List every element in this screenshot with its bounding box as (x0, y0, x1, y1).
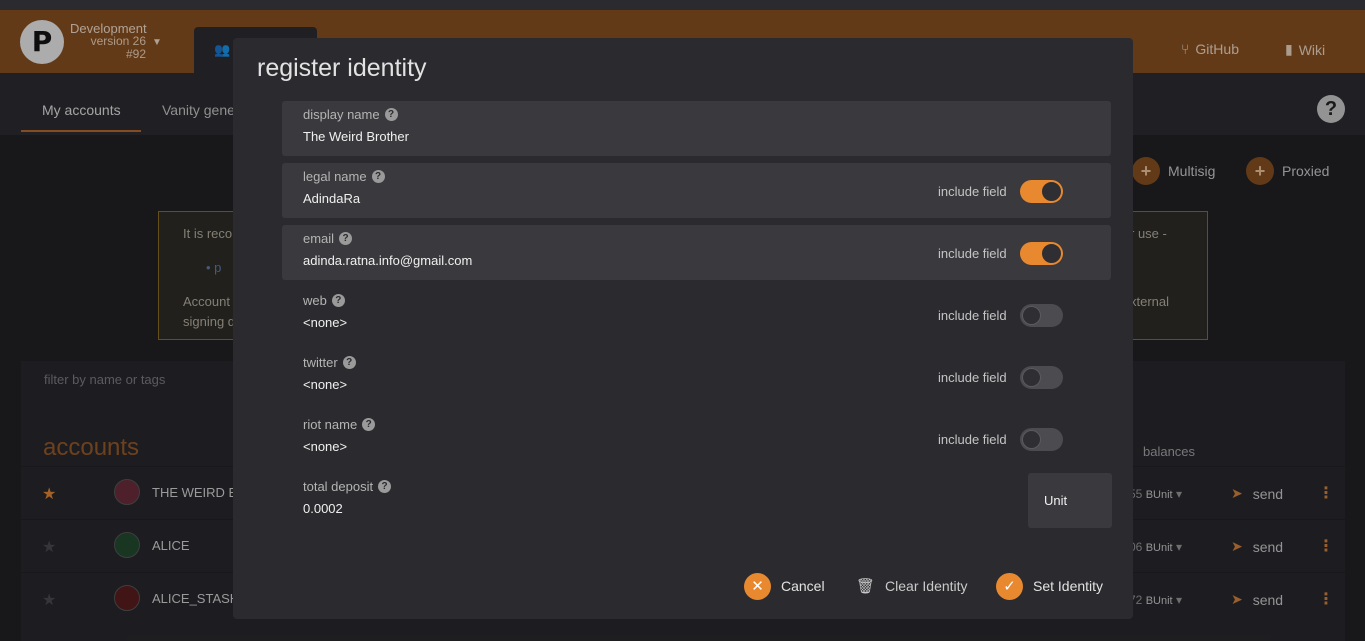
web-include-toggle[interactable] (1020, 304, 1063, 327)
riot-name-field: riot name? <none> include field (282, 411, 1111, 466)
unit-selector[interactable]: Unit (1028, 473, 1112, 528)
email-input[interactable]: adinda.ratna.info@gmail.com (303, 253, 472, 268)
legal-name-input[interactable]: AdindaRa (303, 191, 360, 206)
cancel-button[interactable]: ✕ Cancel (744, 572, 825, 600)
set-identity-button[interactable]: ✓ Set Identity (996, 572, 1103, 600)
include-field-label: include field (938, 370, 1007, 385)
help-icon[interactable]: ? (384, 108, 398, 121)
help-icon[interactable]: ? (378, 480, 392, 493)
close-icon: ✕ (744, 572, 771, 600)
clear-identity-button[interactable]: 🗑 Clear Identity (856, 572, 968, 600)
trash-icon: 🗑 (856, 578, 876, 595)
web-value: <none> (303, 315, 348, 330)
help-icon[interactable]: ? (371, 170, 385, 183)
display-name-input[interactable]: The Weird Brother (303, 129, 409, 144)
twitter-include-toggle[interactable] (1020, 366, 1063, 389)
riot-name-value: <none> (303, 439, 348, 454)
legal-name-field[interactable]: legal name? AdindaRa include field (282, 163, 1111, 218)
include-field-label: include field (938, 308, 1007, 323)
modal-title: register identity (257, 54, 427, 82)
help-icon[interactable]: ? (342, 356, 356, 369)
total-deposit-field: total deposit? 0.0002 (282, 473, 1022, 528)
help-icon[interactable]: ? (331, 294, 345, 307)
include-field-label: include field (938, 432, 1007, 447)
help-icon[interactable]: ? (362, 418, 376, 431)
field-label: twitter (303, 355, 338, 370)
include-field-label: include field (938, 184, 1007, 199)
email-include-toggle[interactable] (1020, 242, 1063, 265)
register-identity-modal: register identity display name? The Weir… (233, 38, 1133, 619)
check-icon: ✓ (996, 572, 1023, 600)
twitter-field: twitter? <none> include field (282, 349, 1111, 404)
web-field: web? <none> include field (282, 287, 1111, 342)
legal-name-include-toggle[interactable] (1020, 180, 1063, 203)
field-label: web (303, 293, 327, 308)
deposit-value: 0.0002 (303, 501, 343, 516)
field-label: display name (303, 107, 380, 122)
include-field-label: include field (938, 246, 1007, 261)
display-name-field[interactable]: display name? The Weird Brother (282, 101, 1111, 156)
twitter-value: <none> (303, 377, 348, 392)
riot-name-include-toggle[interactable] (1020, 428, 1063, 451)
field-label: email (303, 231, 335, 246)
field-label: legal name (303, 169, 367, 184)
field-label: riot name (303, 417, 358, 432)
field-label: total deposit (303, 479, 374, 494)
help-icon[interactable]: ? (339, 232, 353, 245)
email-field[interactable]: email? adinda.ratna.info@gmail.com inclu… (282, 225, 1111, 280)
